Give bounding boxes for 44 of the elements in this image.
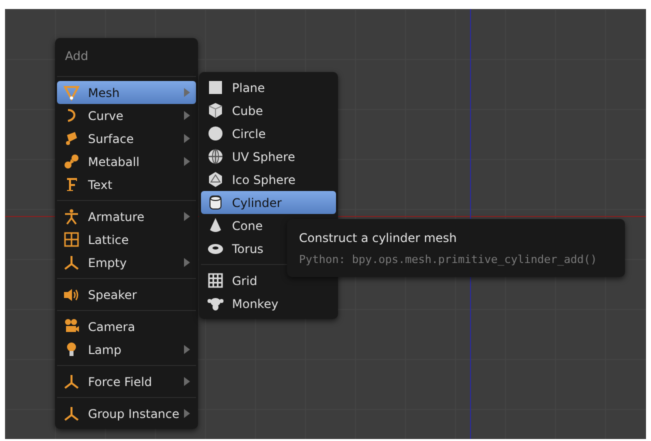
axes-icon	[63, 254, 80, 271]
menu-item[interactable]: Surface	[57, 127, 196, 150]
tooltip-title: Construct a cylinder mesh	[299, 231, 458, 245]
menu-item[interactable]: Lattice	[57, 228, 196, 251]
menu-item[interactable]: Camera	[57, 315, 196, 338]
monkey-icon	[207, 295, 224, 312]
menu-item[interactable]: UV Sphere	[201, 145, 336, 168]
menu-item[interactable]: Curve	[57, 104, 196, 127]
icosphere-icon	[207, 171, 224, 188]
menu-item[interactable]: Metaball	[57, 150, 196, 173]
axes-icon	[63, 405, 80, 422]
figure-icon	[63, 208, 80, 225]
menu-item[interactable]: Circle	[201, 122, 336, 145]
grid-icon	[207, 272, 224, 289]
menu-item[interactable]: Empty	[57, 251, 196, 274]
menu-item[interactable]: Speaker	[57, 283, 196, 306]
circle-icon	[207, 125, 224, 142]
menu-item[interactable]: Grid	[201, 269, 336, 292]
menu-item[interactable]: Force Field	[57, 370, 196, 393]
menu-item[interactable]: Plane	[201, 76, 336, 99]
menu-item[interactable]: Mesh	[57, 81, 196, 104]
cube-icon	[207, 102, 224, 119]
metaball-icon	[63, 153, 80, 170]
sphere-icon	[207, 148, 224, 165]
menu-item[interactable]: Ico Sphere	[201, 168, 336, 191]
menu-item[interactable]: Cylinder	[201, 191, 336, 214]
menu-item[interactable]: Lamp	[57, 338, 196, 361]
surface-icon	[63, 130, 80, 147]
cone-icon	[207, 217, 224, 234]
camera-icon	[63, 318, 80, 335]
menu-item[interactable]: Monkey	[201, 292, 336, 315]
menu-item[interactable]: Group Instance	[57, 402, 196, 425]
square-icon	[207, 79, 224, 96]
menu-title: Add	[64, 48, 90, 65]
cylinder-icon	[207, 194, 224, 211]
speaker-icon	[63, 286, 80, 303]
grid-icon	[63, 231, 80, 248]
menu-item[interactable]: Cube	[201, 99, 336, 122]
mesh-icon	[63, 84, 80, 101]
3d-viewport[interactable]	[5, 9, 646, 439]
menu-item[interactable]: Text	[57, 173, 196, 196]
menu-item[interactable]: Armature	[57, 205, 196, 228]
axes-icon	[63, 373, 80, 390]
python-path: Python: bpy.ops.mesh.primitive_cylinder_add()	[299, 253, 598, 266]
